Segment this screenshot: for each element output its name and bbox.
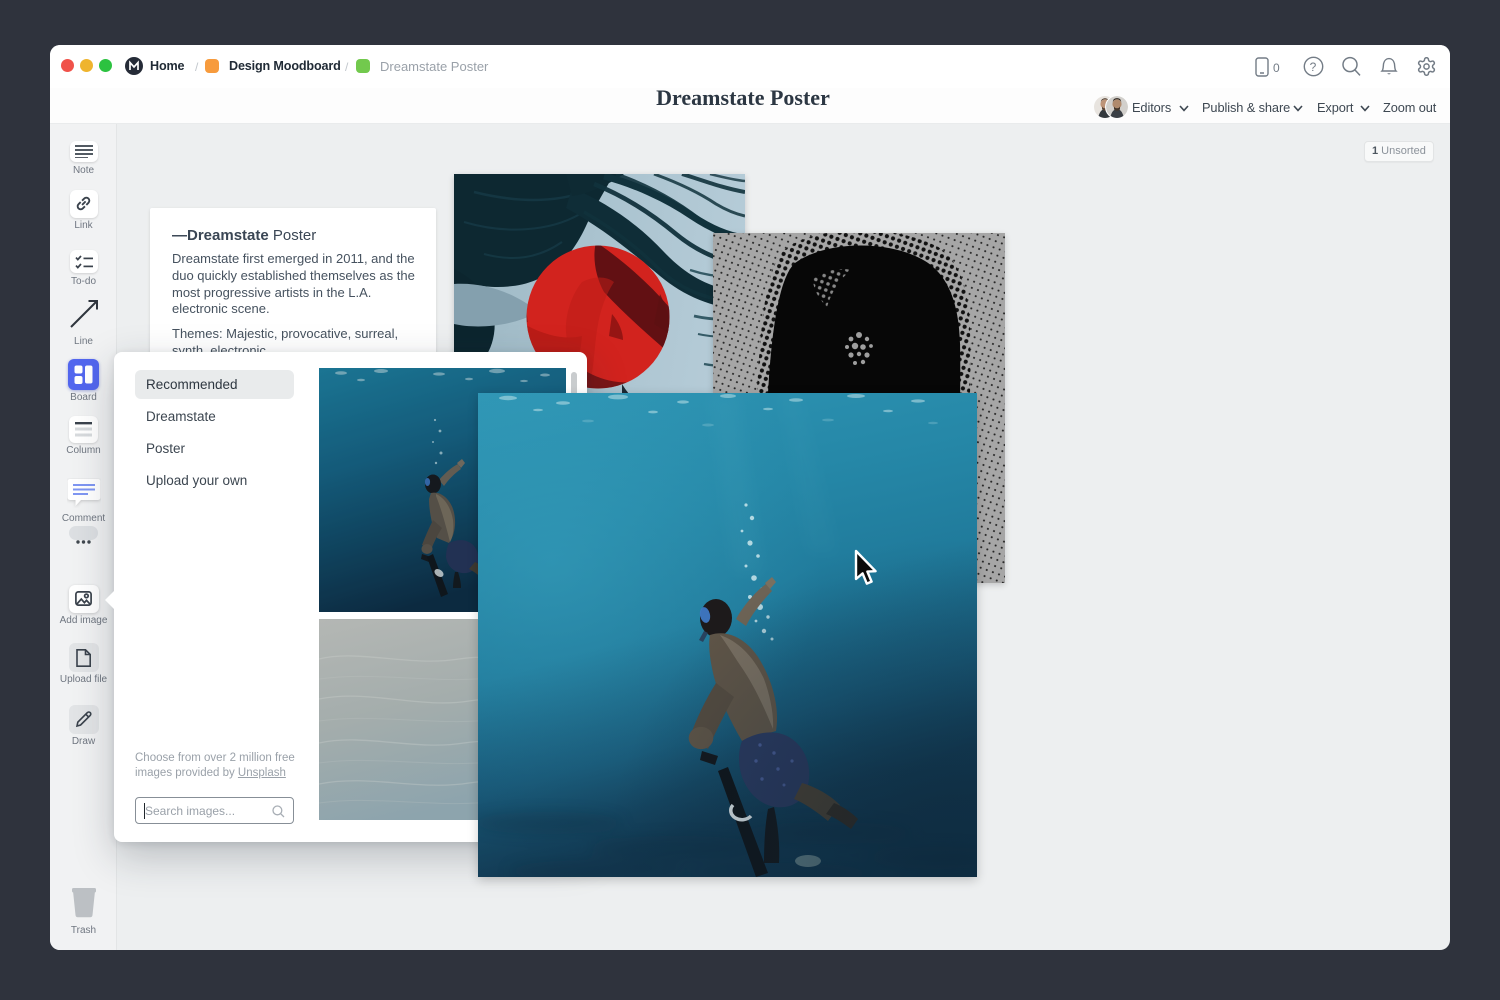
svg-text:?: ? — [1310, 60, 1317, 74]
svg-text:0: 0 — [1273, 61, 1280, 75]
